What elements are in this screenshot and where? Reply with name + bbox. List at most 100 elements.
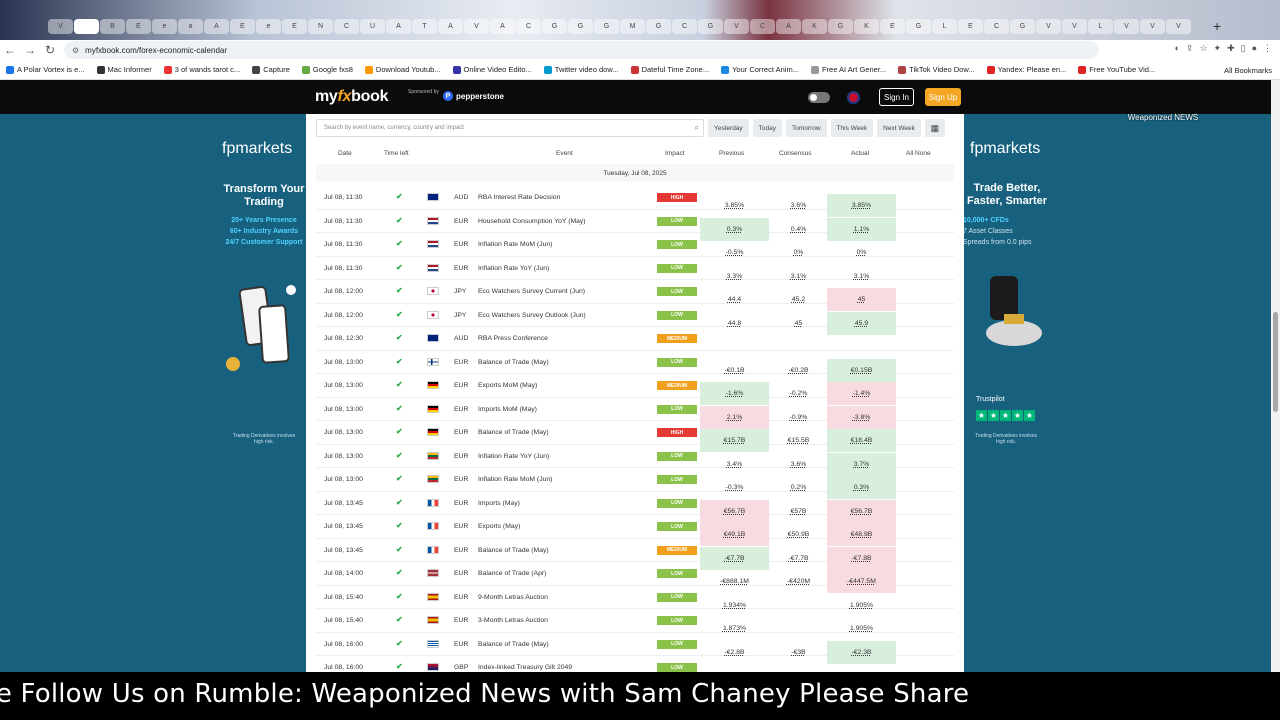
row-event[interactable]: Household Consumption YoY (May) — [478, 218, 586, 225]
row-event[interactable]: Imports MoM (May) — [478, 406, 537, 413]
browser-tab[interactable]: a — [178, 19, 203, 34]
row-event[interactable]: RBA Interest Rate Decision — [478, 194, 560, 201]
browser-tab[interactable]: V — [724, 19, 749, 34]
bookmark-item[interactable]: Capture — [252, 65, 290, 74]
browser-tab[interactable]: G — [542, 19, 567, 34]
extension-icon[interactable]: ✦ — [1214, 43, 1222, 54]
bookmark-item[interactable]: 3 of wands tarot c... — [163, 65, 240, 74]
language-flag-icon[interactable] — [847, 91, 860, 104]
browser-tab[interactable] — [74, 19, 99, 34]
browser-tab[interactable]: C — [516, 19, 541, 34]
left-ad-headline[interactable]: Transform Your Trading — [223, 183, 305, 209]
browser-tab[interactable]: e — [152, 19, 177, 34]
calendar-row[interactable]: Jul 08, 11:30 ✔ EUR Inflation Rate MoM (Jun… — [316, 233, 954, 257]
sign-in-button[interactable]: Sign In — [879, 88, 914, 106]
calendar-row[interactable]: Jul 08, 11:30 ✔ AUD RBA Interest Rate Decis… — [316, 186, 954, 217]
row-event[interactable]: Balance of Trade (Apr) — [478, 570, 546, 577]
theme-toggle[interactable] — [808, 92, 830, 103]
calendar-row[interactable]: Jul 08, 13:00 ✔ EUR Balance of Trade (May) L… — [316, 351, 954, 382]
browser-tab[interactable]: V — [1140, 19, 1165, 34]
bookmark-item[interactable]: Yandex: Please en... — [986, 65, 1066, 74]
calendar-row[interactable]: Jul 08, 12:00 ✔ JPY Eco Watchers Survey Cur… — [316, 280, 954, 311]
row-event[interactable]: Balance of Trade (May) — [478, 429, 549, 436]
translate-icon[interactable]: ◐ — [1174, 43, 1179, 54]
puzzle-icon[interactable]: ✚ — [1227, 43, 1235, 54]
filter-next-week[interactable]: Next Week — [877, 119, 921, 137]
browser-tab[interactable]: U — [360, 19, 385, 34]
col-all-none-toggle[interactable]: All None — [906, 150, 931, 157]
browser-tab[interactable]: A — [438, 19, 463, 34]
browser-tab[interactable]: V — [1036, 19, 1061, 34]
browser-tab[interactable]: K — [854, 19, 879, 34]
row-event[interactable]: Inflation Rate MoM (Jun) — [478, 241, 552, 248]
sidepanel-icon[interactable]: ▯ — [1241, 43, 1246, 54]
browser-tab[interactable]: G — [698, 19, 723, 34]
browser-tab[interactable]: G — [1010, 19, 1035, 34]
browser-tab[interactable]: B — [100, 19, 125, 34]
row-event[interactable]: Inflation Rate MoM (Jun) — [478, 476, 552, 483]
right-ad-headline[interactable]: Trade Better, Faster, Smarter — [964, 182, 1050, 208]
filter-this-week[interactable]: This Week — [830, 119, 874, 137]
bookmark-item[interactable]: TikTok Video Dow... — [898, 65, 975, 74]
sign-up-button[interactable]: Sign Up — [925, 88, 961, 106]
calendar-row[interactable]: Jul 08, 16:00 ✔ EUR Balance of Trade (May) L… — [316, 633, 954, 664]
col-date[interactable]: Date — [338, 150, 352, 157]
calendar-row[interactable]: Jul 08, 13:45 ✔ EUR Exports (May) LOW €49.1B €… — [316, 515, 954, 546]
calendar-picker-icon[interactable]: ▦ — [924, 119, 945, 137]
browser-tab[interactable]: T — [412, 19, 437, 34]
browser-tab[interactable]: C — [334, 19, 359, 34]
browser-tab[interactable]: V — [1062, 19, 1087, 34]
bookmark-item[interactable]: Google fxs8 — [301, 65, 353, 74]
calendar-row[interactable]: Jul 08, 15:40 ✔ EUR 9-Month Letras Auction L… — [316, 586, 954, 609]
browser-tab[interactable]: L — [932, 19, 957, 34]
filter-yesterday[interactable]: Yesterday — [708, 119, 749, 137]
row-event[interactable]: Inflation Rate YoY (Jun) — [478, 265, 549, 272]
browser-tab[interactable]: G — [646, 19, 671, 34]
browser-tab[interactable]: G — [594, 19, 619, 34]
profile-avatar[interactable]: ● — [1252, 43, 1257, 54]
filter-today[interactable]: Today — [752, 119, 783, 137]
browser-tab[interactable]: G — [906, 19, 931, 34]
calendar-row[interactable]: Jul 08, 13:00 ✔ EUR Inflation Rate MoM (Jun… — [316, 468, 954, 499]
browser-tab[interactable]: C — [984, 19, 1009, 34]
calendar-row[interactable]: Jul 08, 13:45 ✔ EUR Balance of Trade (May) M… — [316, 539, 954, 570]
sponsor-logo[interactable]: Ppepperstone — [443, 91, 504, 101]
browser-tab[interactable]: G — [568, 19, 593, 34]
browser-tab[interactable]: G — [828, 19, 853, 34]
browser-tab[interactable]: C — [750, 19, 775, 34]
bookmark-star-icon[interactable]: ☆ — [1199, 43, 1207, 54]
browser-tab[interactable]: E — [230, 19, 255, 34]
event-search-input[interactable]: Search by event name, currency, country … — [316, 119, 704, 137]
browser-tab[interactable]: V — [1114, 19, 1139, 34]
site-info-icon[interactable]: ⚙ — [72, 46, 79, 55]
menu-icon[interactable]: ⋮ — [1263, 43, 1272, 54]
browser-tab[interactable]: L — [1088, 19, 1113, 34]
browser-tab[interactable]: C — [672, 19, 697, 34]
browser-tab[interactable]: E — [958, 19, 983, 34]
filter-tomorrow[interactable]: Tomorrow — [786, 119, 827, 137]
browser-tab[interactable]: A — [386, 19, 411, 34]
row-event[interactable]: Exports (May) — [478, 523, 520, 530]
bookmark-item[interactable]: Dateful Time Zone... — [630, 65, 709, 74]
share-icon[interactable]: ⇪ — [1186, 43, 1194, 54]
calendar-row[interactable]: Jul 08, 12:30 ✔ AUD RBA Press Conference MED… — [316, 327, 954, 351]
row-event[interactable]: Balance of Trade (May) — [478, 547, 549, 554]
page-scrollbar[interactable] — [1271, 80, 1280, 672]
browser-tab[interactable]: A — [204, 19, 229, 34]
bookmark-item[interactable]: Free YouTube Vid... — [1078, 65, 1155, 74]
browser-tab[interactable]: E — [126, 19, 151, 34]
calendar-row[interactable]: Jul 08, 13:00 ✔ EUR Imports MoM (May) LOW 2.1… — [316, 398, 954, 429]
browser-tab[interactable]: V — [1166, 19, 1191, 34]
bookmark-item[interactable]: Mac Informer — [96, 65, 152, 74]
calendar-row[interactable]: Jul 08, 15:40 ✔ EUR 3-Month Letras Auction L… — [316, 609, 954, 633]
bookmark-item[interactable]: Your Correct Anim... — [721, 65, 799, 74]
calendar-row[interactable]: Jul 08, 13:00 ✔ EUR Inflation Rate YoY (Jun… — [316, 445, 954, 476]
myfxbook-logo[interactable]: myfxbook — [315, 88, 389, 106]
search-icon[interactable]: ⌕ — [695, 123, 699, 133]
row-event[interactable]: 3-Month Letras Auction — [478, 617, 548, 624]
bookmark-item[interactable]: Online Video Edito... — [452, 65, 532, 74]
calendar-row[interactable]: Jul 08, 12:00 ✔ JPY Eco Watchers Survey Out… — [316, 304, 954, 335]
calendar-row[interactable]: Jul 08, 14:00 ✔ EUR Balance of Trade (Apr) L… — [316, 562, 954, 593]
browser-tab[interactable]: V — [48, 19, 73, 34]
calendar-row[interactable]: Jul 08, 11:30 ✔ EUR Household Consumption Y… — [316, 210, 954, 241]
